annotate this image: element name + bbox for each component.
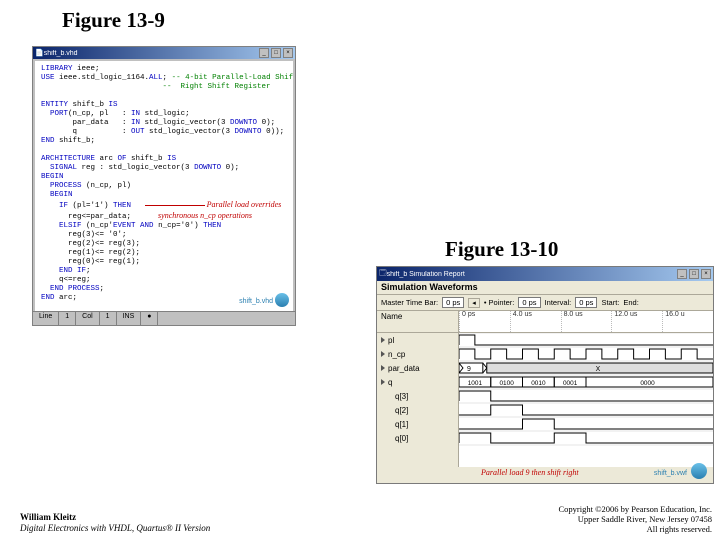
close-button[interactable]: × [283,48,293,58]
code-area: LIBRARY ieee; USE ieee.std_logic_1164.AL… [35,61,293,311]
code-editor-window: 📄 shift_b.vhd _ □ × LIBRARY ieee; USE ie… [32,46,296,326]
interval-label: Interval: [545,298,572,307]
maximize-button[interactable]: □ [271,48,281,58]
simulation-window: 🗔 shift_b Simulation Report _ □ × Simula… [376,266,714,484]
svg-text:0010: 0010 [531,380,546,387]
signal-n-cp[interactable]: n_cp [377,347,458,361]
signal-par-data[interactable]: par_data [377,361,458,375]
footer-author: William Kleitz [20,512,210,523]
footer-book: Digital Electronics with VHDL, Quartus® … [20,523,210,534]
status-mode: INS [117,312,142,325]
start-label: Start: [601,298,619,307]
editor-logo-icon [275,293,289,307]
pointer-value: 0 ps [518,297,540,308]
code-editor-title: shift_b.vhd [44,50,257,57]
sim-toolbar: Master Time Bar: 0 ps ◂ • Pointer: 0 ps … [377,295,713,311]
time-tick: 0 ps [459,311,510,332]
waveform-area[interactable]: 0 ps4.0 us8.0 us12.0 us16.0 u [459,311,713,467]
footer-copy3: All rights reserved. [558,524,712,534]
status-col-label: Col [76,312,100,325]
svg-text:0001: 0001 [563,380,578,387]
app-icon: 📄 [35,49,44,57]
sim-app-icon: 🗔 [379,269,387,280]
time-tick: 12.0 us [611,311,662,332]
svg-text:1001: 1001 [468,380,483,387]
sim-logo-label: shift_b.vwf [654,470,687,477]
time-tick: 8.0 us [561,311,612,332]
footer-copy2: Upper Saddle River, New Jersey 07458 [558,514,712,524]
minimize-button[interactable]: _ [259,48,269,58]
status-bar: Line 1 Col 1 INS ● [33,311,295,325]
status-modified-icon: ● [141,312,158,325]
pointer-label: • Pointer: [484,298,515,307]
interval-value: 0 ps [575,297,597,308]
signal-q0[interactable]: q[0] [377,431,458,445]
figure-2-heading: Figure 13-10 [445,237,558,262]
time-tick: 16.0 u [662,311,713,332]
svg-text:0100: 0100 [499,380,514,387]
sim-maximize-button[interactable]: □ [689,269,699,279]
time-ruler: 0 ps4.0 us8.0 us12.0 us16.0 u [459,311,713,333]
sim-minimize-button[interactable]: _ [677,269,687,279]
svg-text:X: X [596,366,601,373]
signal-q1[interactable]: q[1] [377,417,458,431]
name-header: Name [377,311,458,333]
mtb-label: Master Time Bar: [381,298,438,307]
footer-copy1: Copyright ©2006 by Pearson Education, In… [558,504,712,514]
editor-logo-label: shift_b.vhd [239,298,273,305]
mtb-value[interactable]: 0 ps [442,297,464,308]
waveform-svg: 9 X 1001 0100 0010 0001 0000 [459,333,713,467]
sim-subtitle: Simulation Waveforms [377,281,713,295]
figure-1-heading: Figure 13-9 [62,8,165,33]
code-editor-titlebar: 📄 shift_b.vhd _ □ × [33,47,295,59]
sim-annotation: Parallel load 9 then shift right [481,468,579,477]
prev-button[interactable]: ◂ [468,298,480,308]
signal-pl[interactable]: pl [377,333,458,347]
footer-left: William Kleitz Digital Electronics with … [20,512,210,534]
sim-close-button[interactable]: × [701,269,711,279]
sim-logo-icon [691,463,707,479]
status-line-label: Line [33,312,59,325]
footer-right: Copyright ©2006 by Pearson Education, In… [558,504,712,534]
signal-q2[interactable]: q[2] [377,403,458,417]
signal-q3[interactable]: q[3] [377,389,458,403]
sim-title: shift_b Simulation Report [387,271,675,278]
status-col-value: 1 [100,312,117,325]
end-label: End: [623,298,638,307]
svg-text:9: 9 [467,366,471,373]
signal-q[interactable]: q [377,375,458,389]
time-tick: 4.0 us [510,311,561,332]
svg-text:0000: 0000 [640,380,655,387]
status-line-value: 1 [59,312,76,325]
signal-names-column: Name pl n_cp par_data q q[3] q[2] q[1] q… [377,311,459,467]
sim-titlebar: 🗔 shift_b Simulation Report _ □ × [377,267,713,281]
